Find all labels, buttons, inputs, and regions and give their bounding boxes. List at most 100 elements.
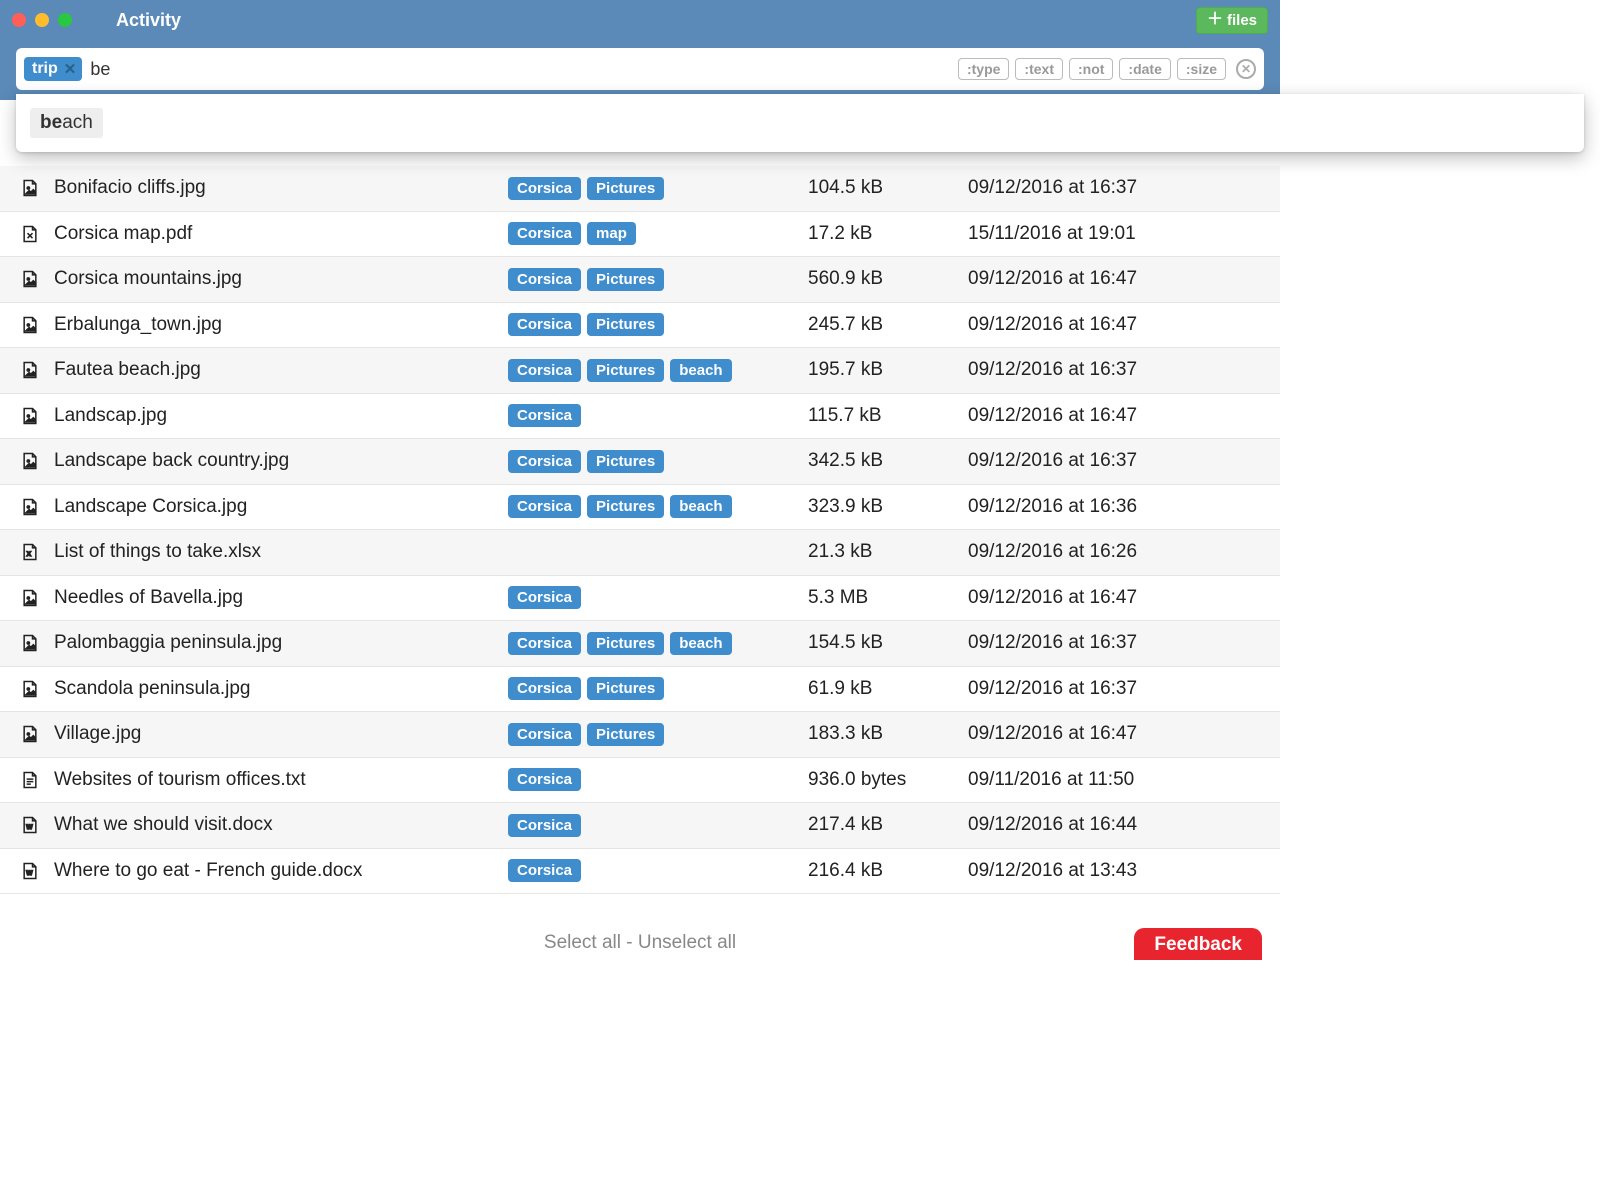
file-date: 09/12/2016 at 16:47	[968, 268, 1262, 290]
footer: Select all - Unselect all Feedback	[0, 924, 1280, 960]
filter-size-button[interactable]: :size	[1177, 58, 1226, 80]
app-window: Activity ＋ files trip ✕ :type :text :not…	[0, 0, 1280, 960]
tag[interactable]: Corsica	[508, 586, 581, 609]
searchbar[interactable]: trip ✕ :type :text :not :date :size ✕	[16, 48, 1264, 90]
tag[interactable]: beach	[670, 359, 731, 382]
filter-not-button[interactable]: :not	[1069, 58, 1113, 80]
file-row[interactable]: Landscape Corsica.jpgCorsicaPicturesbeac…	[0, 485, 1280, 531]
file-tags: Corsica	[508, 768, 808, 791]
file-name: Where to go eat - French guide.docx	[48, 860, 508, 882]
close-window-button[interactable]	[12, 13, 26, 27]
feedback-button[interactable]: Feedback	[1134, 928, 1262, 960]
file-row[interactable]: Needles of Bavella.jpgCorsica5.3 MB09/12…	[0, 576, 1280, 622]
file-size: 195.7 kB	[808, 359, 968, 381]
txt-file-icon	[12, 768, 48, 792]
tag[interactable]: Pictures	[587, 268, 664, 291]
file-date: 09/12/2016 at 16:37	[968, 678, 1262, 700]
select-all-link[interactable]: Select all	[544, 932, 621, 953]
file-name: What we should visit.docx	[48, 814, 508, 836]
file-row[interactable]: WWhat we should visit.docxCorsica217.4 k…	[0, 803, 1280, 849]
tag[interactable]: Corsica	[508, 177, 581, 200]
searchbar-container: trip ✕ :type :text :not :date :size ✕	[0, 40, 1280, 100]
tag[interactable]: map	[587, 222, 636, 245]
file-size: 342.5 kB	[808, 450, 968, 472]
tag[interactable]: Pictures	[587, 723, 664, 746]
tag[interactable]: Pictures	[587, 313, 664, 336]
minimize-window-button[interactable]	[35, 13, 49, 27]
tag[interactable]: Corsica	[508, 677, 581, 700]
file-tags: Corsica	[508, 404, 808, 427]
filter-type-button[interactable]: :type	[958, 58, 1009, 80]
image-file-icon	[12, 267, 48, 291]
tag[interactable]: Corsica	[508, 859, 581, 882]
tag[interactable]: Corsica	[508, 495, 581, 518]
tag[interactable]: Corsica	[508, 313, 581, 336]
tag[interactable]: Corsica	[508, 814, 581, 837]
autocomplete-suggestion[interactable]: beach	[30, 108, 103, 138]
remove-chip-icon[interactable]: ✕	[64, 60, 77, 78]
search-chip-label: trip	[32, 60, 58, 78]
unselect-all-link[interactable]: Unselect all	[638, 932, 736, 953]
add-files-button[interactable]: ＋ files	[1196, 7, 1268, 34]
titlebar: Activity ＋ files	[0, 0, 1280, 40]
file-row[interactable]: Corsica mountains.jpgCorsicaPictures560.…	[0, 257, 1280, 303]
file-tags: Corsica	[508, 814, 808, 837]
file-tags: Corsica Pictures	[508, 723, 808, 746]
filter-date-button[interactable]: :date	[1119, 58, 1170, 80]
file-row[interactable]: XList of things to take.xlsx21.3 kB09/12…	[0, 530, 1280, 576]
tag[interactable]: Corsica	[508, 450, 581, 473]
file-size: 323.9 kB	[808, 496, 968, 518]
file-name: Landscape back country.jpg	[48, 450, 508, 472]
file-row[interactable]: Corsica map.pdfCorsicamap17.2 kB15/11/20…	[0, 212, 1280, 258]
file-row[interactable]: W Where to go eat - French guide.docxCors…	[0, 849, 1280, 895]
file-row[interactable]: Landscape back country.jpgCorsica Picture…	[0, 439, 1280, 485]
file-name: Fautea beach.jpg	[48, 359, 508, 381]
file-row[interactable]: Landscap.jpgCorsica115.7 kB09/12/2016 at…	[0, 394, 1280, 440]
tag[interactable]: Corsica	[508, 632, 581, 655]
file-size: 115.7 kB	[808, 405, 968, 427]
svg-text:W: W	[26, 870, 33, 877]
search-input[interactable]	[90, 59, 150, 80]
file-row[interactable]: Village.jpgCorsicaPictures183.3 kB09/12/…	[0, 712, 1280, 758]
file-row[interactable]: Websites of tourism offices.txtCorsica93…	[0, 758, 1280, 804]
tag[interactable]: Pictures	[587, 450, 664, 473]
tag[interactable]: Corsica	[508, 723, 581, 746]
file-list[interactable]: Bonifacio cliffs.jpgCorsicaPictures104.5…	[0, 166, 1280, 924]
file-name: Landscap.jpg	[48, 405, 508, 427]
file-name: Corsica map.pdf	[48, 223, 508, 245]
file-date: 09/12/2016 at 13:43	[968, 860, 1262, 882]
file-tags: Corsica	[508, 859, 808, 882]
tag[interactable]: beach	[670, 632, 731, 655]
autocomplete-match: be	[40, 112, 62, 133]
file-row[interactable]: Erbalunga_town.jpgCorsicaPictures245.7 k…	[0, 303, 1280, 349]
file-date: 09/12/2016 at 16:44	[968, 814, 1262, 836]
file-size: 560.9 kB	[808, 268, 968, 290]
filter-text-button[interactable]: :text	[1015, 58, 1063, 80]
tag[interactable]: Corsica	[508, 268, 581, 291]
tag[interactable]: Corsica	[508, 222, 581, 245]
file-date: 09/12/2016 at 16:47	[968, 723, 1262, 745]
file-size: 5.3 MB	[808, 587, 968, 609]
file-row[interactable]: Palombaggia peninsula.jpgCorsicaPictures…	[0, 621, 1280, 667]
file-tags: Corsica Pictures	[508, 450, 808, 473]
tag[interactable]: Corsica	[508, 404, 581, 427]
tag[interactable]: Pictures	[587, 495, 664, 518]
file-row[interactable]: Bonifacio cliffs.jpgCorsicaPictures104.5…	[0, 166, 1280, 212]
tag[interactable]: Pictures	[587, 359, 664, 382]
tag[interactable]: Pictures	[587, 177, 664, 200]
file-tags: Corsica Pictures beach	[508, 632, 808, 655]
tag[interactable]: Pictures	[587, 677, 664, 700]
file-date: 09/12/2016 at 16:37	[968, 177, 1262, 199]
file-date: 15/11/2016 at 19:01	[968, 223, 1262, 245]
search-chip[interactable]: trip ✕	[24, 57, 82, 81]
file-row[interactable]: Fautea beach.jpgCorsica Pictures beach 195.…	[0, 348, 1280, 394]
window-title: Activity	[116, 10, 181, 31]
clear-search-icon[interactable]: ✕	[1236, 59, 1256, 79]
zoom-window-button[interactable]	[58, 13, 72, 27]
tag[interactable]: Corsica	[508, 359, 581, 382]
file-row[interactable]: Scandola peninsula.jpgCorsicaPictures61.…	[0, 667, 1280, 713]
tag[interactable]: Corsica	[508, 768, 581, 791]
tag[interactable]: Pictures	[587, 632, 664, 655]
tag[interactable]: beach	[670, 495, 731, 518]
file-tags: Corsica Pictures beach	[508, 359, 808, 382]
